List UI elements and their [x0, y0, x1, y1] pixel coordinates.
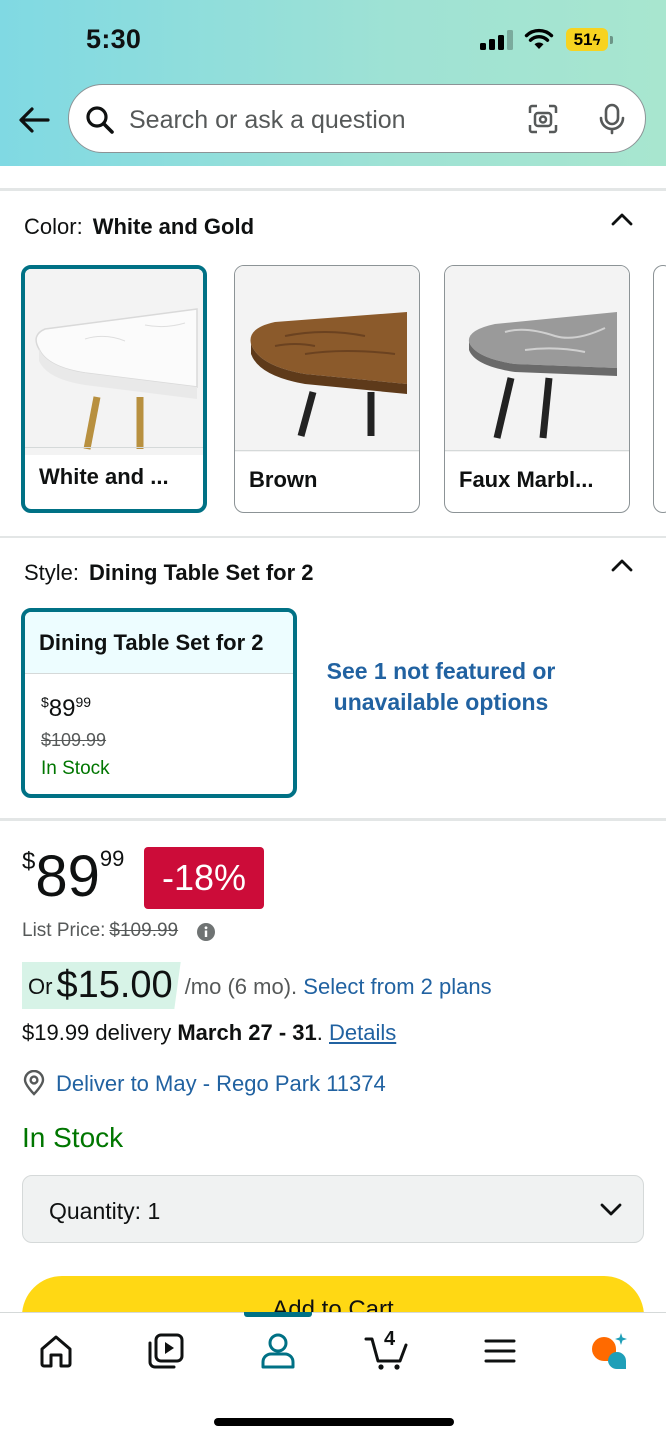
wifi-icon [524, 28, 554, 49]
style-option-dining-set-2[interactable]: Dining Table Set for 2 $8999 $109.99 In … [21, 608, 297, 798]
style-label: Style: [24, 560, 80, 585]
color-value: White and Gold [92, 214, 255, 239]
chevron-up-icon[interactable] [610, 556, 634, 576]
color-option-label: Faux Marbl... [445, 450, 629, 512]
list-price: List Price: $109.99 [22, 920, 179, 941]
home-icon[interactable] [36, 1331, 76, 1371]
video-library-icon[interactable] [146, 1331, 186, 1371]
back-arrow-icon[interactable] [16, 102, 52, 138]
style-value: Dining Table Set for 2 [89, 560, 314, 585]
chevron-up-icon[interactable] [610, 210, 634, 230]
color-option-brown[interactable]: Brown [234, 265, 420, 513]
deliver-to-text: Deliver to May - Rego Park 11374 [56, 1071, 386, 1096]
menu-icon[interactable] [480, 1331, 520, 1371]
cart-count: 4 [384, 1328, 396, 1350]
camera-scan-icon[interactable] [527, 103, 559, 135]
see-unavailable-options-link[interactable]: See 1 not featured or unavailable option… [318, 656, 564, 718]
style-selector-label: Style: Dining Table Set for 2 [24, 560, 314, 586]
color-option-label: White and ... [25, 447, 203, 509]
home-indicator [214, 1418, 454, 1426]
search-icon [86, 106, 114, 134]
product-price: $8999 [22, 844, 125, 909]
color-option-more[interactable] [653, 265, 666, 513]
faux-marble-table-image [445, 266, 629, 452]
battery-level: 51 [573, 30, 593, 49]
stock-status: In Stock [22, 1122, 124, 1153]
section-divider [0, 818, 666, 821]
cellular-signal-icon [480, 30, 514, 50]
quantity-label: Quantity: [49, 1198, 142, 1224]
delivery-details-link[interactable]: Details [329, 1020, 396, 1045]
location-pin-icon [23, 1069, 45, 1096]
status-time: 5:30 [86, 24, 142, 54]
section-divider [0, 536, 666, 538]
color-selector-label: Color: White and Gold [24, 214, 254, 240]
color-option-faux-marble[interactable]: Faux Marbl... [444, 265, 630, 513]
app-header: 5:30 51ϟ Search or ask a question [0, 0, 666, 166]
style-option-stock: In Stock [41, 758, 110, 779]
chevron-down-icon [600, 1203, 622, 1216]
white-marble-table-image [25, 269, 203, 455]
cart-icon[interactable]: 4 [364, 1328, 412, 1371]
rufus-assistant-icon[interactable] [588, 1331, 628, 1371]
info-icon[interactable] [196, 922, 216, 942]
style-option-price: $8999 [41, 694, 92, 722]
brown-wood-table-image [235, 266, 419, 452]
battery-icon: 51ϟ [566, 28, 614, 51]
monthly-payment-offer: or $15.00/mo (6 mo). Select from 2 plans [22, 962, 492, 1009]
search-input[interactable]: Search or ask a question [129, 106, 406, 135]
quantity-dropdown[interactable]: Quantity: 1 [22, 1175, 644, 1243]
color-option-label: Brown [235, 450, 419, 512]
quantity-value: 1 [147, 1198, 161, 1224]
deliver-to-location[interactable]: Deliver to May - Rego Park 11374 [22, 1069, 386, 1102]
account-icon[interactable] [258, 1331, 298, 1371]
style-option-list-price: $109.99 [41, 730, 107, 750]
active-tab-indicator [244, 1312, 312, 1317]
section-divider [0, 188, 666, 191]
color-option-white-gold[interactable]: White and ... [21, 265, 207, 513]
color-label: Color: [24, 214, 83, 239]
discount-badge: -18% [144, 847, 264, 909]
style-option-title: Dining Table Set for 2 [25, 612, 293, 674]
monthly-amount-highlight: or $15.00 [22, 962, 181, 1009]
microphone-icon[interactable] [597, 103, 627, 135]
search-bar[interactable]: Search or ask a question [68, 84, 646, 153]
select-plans-link[interactable]: Select from 2 plans [303, 974, 491, 999]
delivery-info: $19.99 delivery March 27 - 31. Details [22, 1020, 397, 1045]
